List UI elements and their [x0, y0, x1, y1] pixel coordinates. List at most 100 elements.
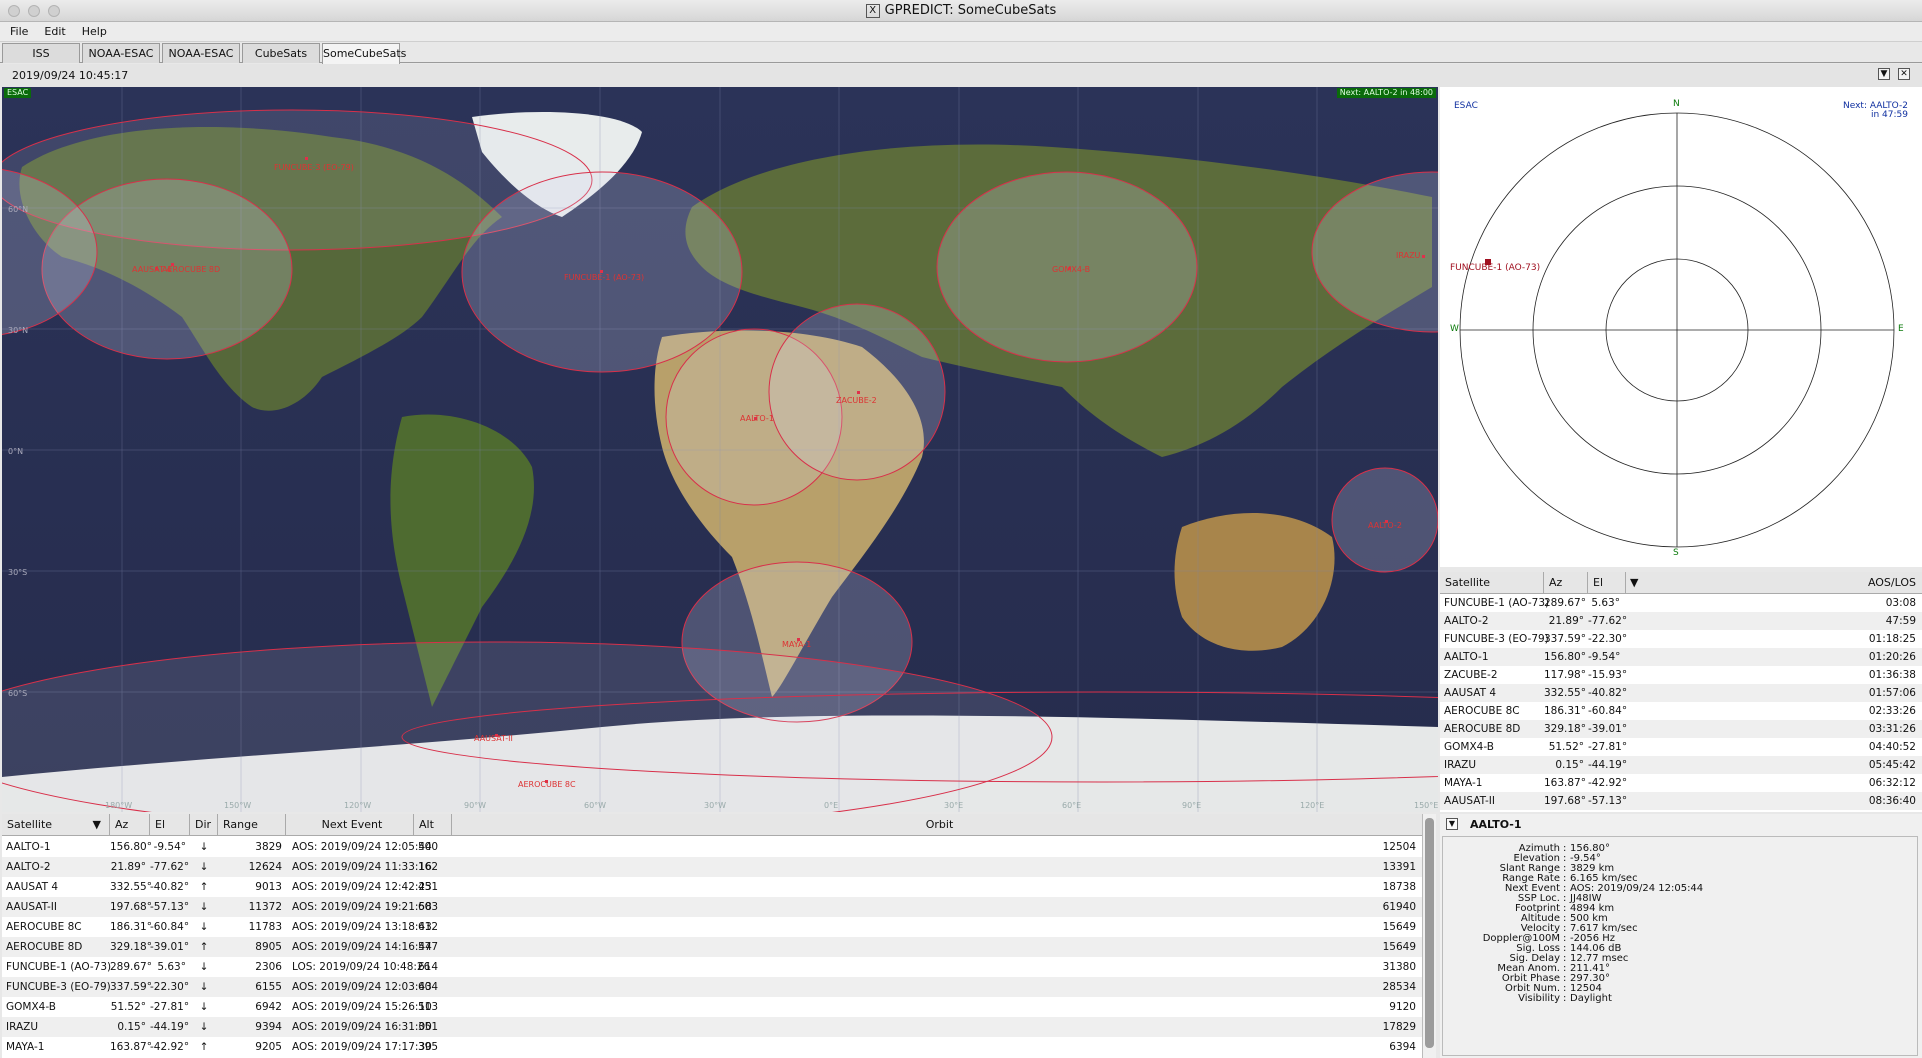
list-row[interactable]: AEROCUBE 8C 186.31° -60.84° ↓ 11783 AOS: 2019…: [2, 917, 1422, 937]
tab-noaa-esac-2[interactable]: NOAA-ESAC: [162, 43, 240, 63]
pass-row[interactable]: IRAZU 0.15° -44.19° 05:45:42: [1440, 756, 1922, 774]
list-header-next-event[interactable]: Next Event: [286, 814, 414, 836]
pass-row[interactable]: AEROCUBE 8C 186.31° -60.84° 02:33:26: [1440, 702, 1922, 720]
zoom-window-button[interactable]: [48, 5, 60, 17]
pass-aos-los: 02:33:26: [1868, 705, 1916, 717]
list-row[interactable]: FUNCUBE-3 (EO-79) 337.59° -22.30° ↓ 6155 AOS:…: [2, 977, 1422, 997]
list-el: -9.54°: [153, 841, 186, 853]
list-next-event: AOS: 2019/09/24 12:05:44: [292, 841, 432, 853]
pass-el: -60.84°: [1588, 705, 1628, 717]
list-row[interactable]: MAYA-1 163.87° -42.92° ↑ 9205 AOS: 2019/09/24…: [2, 1037, 1422, 1057]
menu-edit[interactable]: Edit: [36, 22, 73, 42]
list-header-alt[interactable]: Alt: [414, 814, 452, 836]
tab-somecubesats[interactable]: SomeCubeSats: [322, 43, 406, 64]
col-header-aos-los[interactable]: ▼ AOS/LOS: [1626, 572, 1922, 594]
lon-label-150e: 150°E: [1414, 801, 1438, 810]
pass-el: 5.63°: [1591, 597, 1620, 609]
list-dir: ↓: [199, 981, 209, 993]
sat-marker-funcube-3: [305, 157, 308, 160]
list-scrollbar[interactable]: [1422, 814, 1436, 1058]
map-canvas: [2, 87, 1438, 812]
pass-row[interactable]: FUNCUBE-3 (EO-79) 337.59° -22.30° 01:18:25: [1440, 630, 1922, 648]
list-sat-name: IRAZU: [6, 1021, 39, 1033]
map-label-aerocube-8c[interactable]: AEROCUBE 8C: [518, 780, 576, 789]
pass-sat-name: FUNCUBE-1 (AO-73): [1444, 597, 1550, 609]
pass-az: 289.67°: [1544, 597, 1586, 609]
list-az: 289.67°: [110, 961, 152, 973]
list-row[interactable]: AEROCUBE 8D 329.18° -39.01° ↑ 8905 AOS: 2019/…: [2, 937, 1422, 957]
list-row[interactable]: IRAZU 0.15° -44.19° ↓ 9394 AOS: 2019/09/24 16…: [2, 1017, 1422, 1037]
pass-az: 21.89°: [1548, 615, 1584, 627]
polar-view[interactable]: ESAC Next: AALTO-2 in 47:59 N S E W FUNC…: [1440, 87, 1922, 567]
lon-label-60e: 60°E: [1062, 801, 1082, 810]
map-label-zacube-2[interactable]: ZACUBE-2: [836, 396, 877, 405]
list-range: 9013: [255, 881, 282, 893]
list-header-dir[interactable]: Dir: [190, 814, 218, 836]
list-az: 51.52°: [110, 1001, 146, 1013]
map-label-funcube-1[interactable]: FUNCUBE-1 (AO-73): [564, 273, 644, 282]
pass-row[interactable]: AALTO-2 21.89° -77.62° 47:59: [1440, 612, 1922, 630]
list-row[interactable]: AAUSAT-II 197.68° -57.13° ↓ 11372 AOS: 2019/0…: [2, 897, 1422, 917]
map-label-aalto-1[interactable]: AALTO-1: [740, 414, 774, 423]
detail-separator: :: [1563, 993, 1567, 1004]
polar-sat-label[interactable]: FUNCUBE-1 (AO-73): [1450, 263, 1540, 273]
list-next-event: LOS: 2019/09/24 10:48:26: [292, 961, 431, 973]
pass-el: -39.01°: [1588, 723, 1628, 735]
map-label-funcube-3[interactable]: FUNCUBE-3 (EO-79): [274, 163, 354, 172]
pass-row[interactable]: AAUSAT 4 332.55° -40.82° 01:57:06: [1440, 684, 1922, 702]
pass-row[interactable]: GOMX4-B 51.52° -27.81° 04:40:52: [1440, 738, 1922, 756]
list-el: -57.13°: [150, 901, 190, 913]
map-label-maya-1[interactable]: MAYA-1: [782, 640, 811, 649]
pass-row[interactable]: AEROCUBE 8D 329.18° -39.01° 03:31:26: [1440, 720, 1922, 738]
list-header-satellite[interactable]: Satellite ▼: [2, 814, 110, 836]
details-toggle-button[interactable]: ▼: [1446, 818, 1458, 830]
close-window-button[interactable]: [8, 5, 20, 17]
module-close-button[interactable]: ✕: [1898, 68, 1910, 80]
list-header-orbit[interactable]: Orbit: [452, 814, 1422, 836]
list-row[interactable]: AALTO-1 156.80° -9.54° ↓ 3829 AOS: 2019/09/24…: [2, 837, 1422, 857]
tab-noaa-esac-1[interactable]: NOAA-ESAC: [82, 43, 160, 63]
map-label-gomx4-b[interactable]: GOMX4-B: [1052, 265, 1090, 274]
list-orbit: 18738: [1382, 881, 1416, 893]
col-header-el[interactable]: El: [1588, 572, 1626, 594]
pass-row[interactable]: AAUSAT-II 197.68° -57.13° 08:36:40: [1440, 792, 1922, 810]
list-header-range[interactable]: Range: [218, 814, 286, 836]
pass-row[interactable]: FUNCUBE-1 (AO-73) 289.67° 5.63° 03:08: [1440, 594, 1922, 612]
pass-sat-name: AEROCUBE 8D: [1444, 723, 1521, 735]
list-el: -42.92°: [150, 1041, 190, 1053]
list-alt: 614: [418, 961, 439, 973]
list-header-el[interactable]: El: [150, 814, 190, 836]
pass-el: -42.92°: [1588, 777, 1628, 789]
scroll-thumb[interactable]: [1425, 818, 1434, 1048]
list-az: 337.59°: [110, 981, 152, 993]
list-next-event: AOS: 2019/09/24 12:03:43: [292, 981, 432, 993]
tab-iss[interactable]: ISS: [2, 43, 80, 63]
detail-value: Daylight: [1570, 993, 1612, 1004]
map-label-aalto-2[interactable]: AALTO-2: [1368, 521, 1402, 530]
menu-help[interactable]: Help: [74, 22, 115, 42]
list-row[interactable]: AALTO-2 21.89° -77.62° ↓ 12624 AOS: 2019/09/2…: [2, 857, 1422, 877]
satellite-details-panel: ▼ AALTO-1 Azimuth:156.80° Elevation: -9.54…: [1440, 814, 1922, 1058]
list-dir: ↓: [199, 921, 209, 933]
map-label-aausat-ii[interactable]: AAUSAT-II: [474, 734, 513, 743]
pass-el: -57.13°: [1588, 795, 1628, 807]
map-label-irazu[interactable]: IRAZU: [1396, 251, 1420, 260]
list-row[interactable]: GOMX4-B 51.52° -27.81° ↓ 6942 AOS: 2019/09/24…: [2, 997, 1422, 1017]
list-header-az[interactable]: Az: [110, 814, 150, 836]
pass-row[interactable]: AALTO-1 156.80° -9.54° 01:20:26: [1440, 648, 1922, 666]
module-options-button[interactable]: ▼: [1878, 68, 1890, 80]
col-header-az[interactable]: Az: [1544, 572, 1588, 594]
col-header-satellite[interactable]: Satellite: [1440, 572, 1544, 594]
tab-cubesats[interactable]: CubeSats: [242, 43, 320, 63]
minimize-window-button[interactable]: [28, 5, 40, 17]
list-row[interactable]: FUNCUBE-1 (AO-73) 289.67° 5.63° ↓ 2306 LOS: 2…: [2, 957, 1422, 977]
polar-east: E: [1898, 324, 1904, 334]
list-dir: ↓: [199, 961, 209, 973]
map-label-aerocube-8d[interactable]: AEROCUBE 8D: [162, 265, 220, 274]
pass-row[interactable]: MAYA-1 163.87° -42.92° 06:32:12: [1440, 774, 1922, 792]
polar-next-2: in 47:59: [1870, 110, 1908, 120]
menu-file[interactable]: File: [2, 22, 36, 42]
world-map[interactable]: ESAC Next: AALTO-2 in 48:00 FUNCUBE-3 (E…: [2, 87, 1438, 812]
pass-row[interactable]: ZACUBE-2 117.98° -15.93° 01:36:38: [1440, 666, 1922, 684]
list-row[interactable]: AAUSAT 4 332.55° -40.82° ↑ 9013 AOS: 2019/09/…: [2, 877, 1422, 897]
